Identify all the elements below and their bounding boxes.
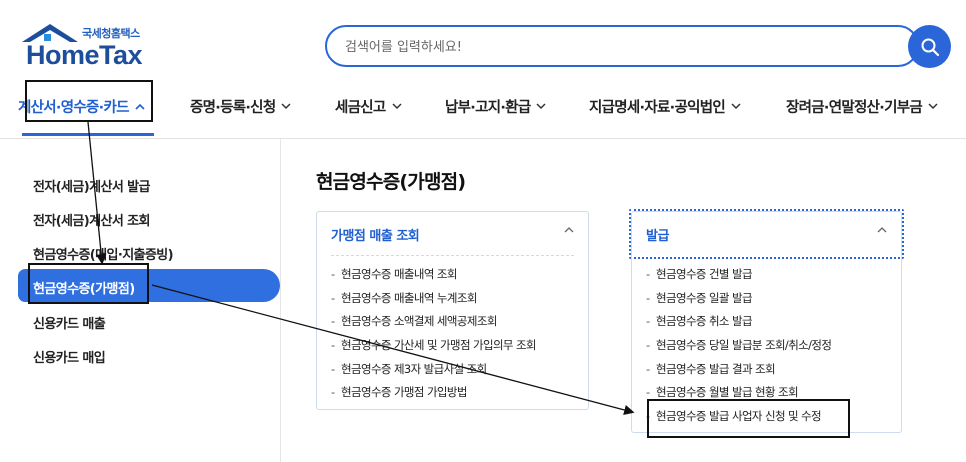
- search-icon: [921, 38, 939, 56]
- list-item-label: 현금영수증 당일 발급분 조회/취소/정정: [656, 337, 832, 352]
- nav-item-label: 증명·등록·신청: [190, 100, 276, 116]
- list-item-label: 현금영수증 가맹점 가입방법: [341, 385, 467, 400]
- panel-heading[interactable]: 가맹점 매출 조회: [331, 225, 420, 244]
- annotation-box-issue-link: [647, 399, 850, 438]
- list-item-label: 현금영수증 소액결제 세액공제조회: [341, 314, 497, 329]
- focused-panel-header-outline: [629, 209, 904, 259]
- page-title: 현금영수증(가맹점): [316, 171, 466, 193]
- list-item[interactable]: - 현금영수증 매출내역 누계조회: [331, 286, 536, 310]
- list-item-label: 현금영수증 일괄 발급: [656, 290, 753, 305]
- chevron-down-icon: [392, 103, 402, 110]
- hometax-logo[interactable]: 국세청홈택스 HomeTax: [18, 22, 158, 72]
- list-item-label: 현금영수증 매출내역 조회: [341, 266, 457, 281]
- list-item[interactable]: - 현금영수증 제3자 발급사실 조회: [331, 357, 536, 381]
- active-nav-underline: [22, 133, 154, 136]
- list-item[interactable]: - 현금영수증 당일 발급분 조회/취소/정정: [646, 333, 832, 357]
- search-box: [325, 25, 919, 67]
- search-button[interactable]: [908, 25, 951, 68]
- sidebar-item-credit-card-purchase[interactable]: 신용카드 매입: [33, 347, 106, 366]
- list-item-label: 현금영수증 매출내역 누계조회: [341, 290, 477, 305]
- chevron-up-icon[interactable]: [564, 226, 574, 233]
- list-item[interactable]: - 현금영수증 가맹점 가입방법: [331, 380, 536, 404]
- list-item-label: 현금영수증 발급 결과 조회: [656, 361, 776, 376]
- nav-item-incentive-yearend[interactable]: 장려금·연말정산·기부금: [786, 96, 938, 117]
- nav-item-label: 납부·고지·환급: [445, 100, 531, 116]
- sidebar-item-cash-receipt-purchase[interactable]: 현금영수증(매입·지출증빙): [33, 244, 174, 263]
- list-item[interactable]: - 현금영수증 취소 발급: [646, 309, 831, 333]
- list-item-label: 현금영수증 가산세 및 가맹점 가입의무 조회: [341, 337, 537, 352]
- sidebar-item-e-tax-invoice-issue[interactable]: 전자(세금)계산서 발급: [33, 176, 150, 195]
- panel-link-list: - 현금영수증 매출내역 조회 - 현금영수증 매출내역 누계조회 - 현금영수증 소…: [331, 262, 537, 404]
- sidebar-item-e-tax-invoice-inquiry[interactable]: 전자(세금)계산서 조회: [33, 210, 150, 229]
- chevron-down-icon: [928, 103, 938, 110]
- nav-item-label: 세금신고: [335, 100, 386, 116]
- annotation-box-nav: [25, 80, 153, 122]
- panel-merchant-sales-inquiry: 가맹점 매출 조회 - 현금영수증 매출내역 조회 - 현금영수증 매출내역 누계조…: [316, 211, 589, 410]
- search-input[interactable]: [345, 36, 885, 58]
- chevron-down-icon: [536, 103, 546, 110]
- list-item-label: 현금영수증 월별 발급 현황 조회: [656, 385, 799, 400]
- list-item[interactable]: - 현금영수증 건별 발급: [646, 262, 831, 286]
- nav-item-payment-statement[interactable]: 지급명세·자료·공익법인: [589, 96, 741, 117]
- list-item-label: 현금영수증 제3자 발급사실 조회: [341, 361, 487, 376]
- list-item-label: 현금영수증 건별 발급: [656, 266, 753, 281]
- panel-separator: [331, 255, 574, 256]
- nav-item-label: 지급명세·자료·공익법인: [589, 100, 726, 116]
- logo-subtitle: 국세청홈택스: [82, 27, 140, 40]
- list-item[interactable]: - 현금영수증 소액결제 세액공제조회: [331, 309, 536, 333]
- nav-item-certificate-registration[interactable]: 증명·등록·신청: [190, 96, 291, 117]
- list-item[interactable]: - 현금영수증 일괄 발급: [646, 286, 831, 310]
- list-item[interactable]: - 현금영수증 매출내역 조회: [331, 262, 536, 286]
- list-item[interactable]: - 현금영수증 가산세 및 가맹점 가입의무 조회: [331, 333, 537, 357]
- annotation-box-sidebar: [28, 263, 149, 304]
- nav-item-label: 장려금·연말정산·기부금: [786, 100, 923, 116]
- list-item[interactable]: - 현금영수증 발급 결과 조회: [646, 357, 831, 381]
- logo-title: HomeTax: [26, 40, 143, 70]
- list-item-label: 현금영수증 취소 발급: [656, 314, 753, 329]
- chevron-down-icon: [281, 103, 291, 110]
- nav-item-tax-filing[interactable]: 세금신고: [335, 96, 402, 117]
- chevron-down-icon: [731, 103, 741, 110]
- sidebar-item-credit-card-sales[interactable]: 신용카드 매출: [33, 313, 106, 332]
- nav-item-payment-refund[interactable]: 납부·고지·환급: [445, 96, 546, 117]
